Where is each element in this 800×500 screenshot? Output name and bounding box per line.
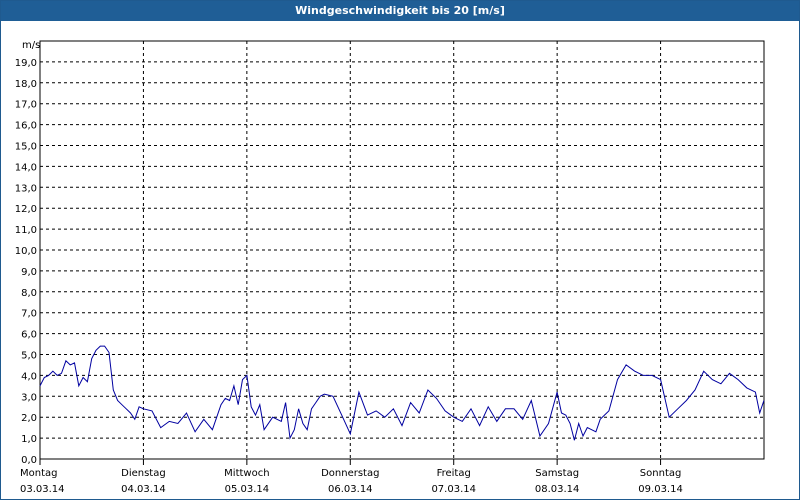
x-tick-date-label: 06.03.14 xyxy=(328,484,373,495)
y-tick-label: 7,0 xyxy=(21,309,37,320)
y-tick-label: 10,0 xyxy=(15,246,37,257)
x-tick-day-label: Dienstag xyxy=(121,468,166,479)
y-axis-ticks: 0,0 1,0 2,0 3,0 4,0 5,0 6,0 7,0 8,0 9,0 10,0 11,0 12… xyxy=(15,58,37,466)
x-tick-day-label: Mittwoch xyxy=(224,468,269,479)
y-tick-label: 3,0 xyxy=(21,392,37,403)
y-tick-label: 2,0 xyxy=(21,413,37,424)
y-tick-label: 9,0 xyxy=(21,267,37,278)
grid xyxy=(40,41,764,459)
y-tick-label: 17,0 xyxy=(15,100,37,111)
wind-speed-chart: m/s 0,0 1,0 2,0 3,0 4,0 5,0 6,0 7,0 8,0 9,0 10,0 11… xyxy=(15,40,765,495)
y-tick-label: 15,0 xyxy=(15,142,37,153)
y-axis-unit-label: m/s xyxy=(22,40,40,51)
y-tick-label: 1,0 xyxy=(21,434,37,445)
y-tick-label: 0,0 xyxy=(21,455,37,466)
x-tick-day-label: Freitag xyxy=(437,468,471,479)
y-tick-label: 8,0 xyxy=(21,288,37,299)
x-tick-date-label: 04.03.14 xyxy=(121,484,166,495)
x-tick-date-label: 05.03.14 xyxy=(225,484,270,495)
x-tick-day-label: Montag xyxy=(20,468,57,479)
x-tick-date-label: 07.03.14 xyxy=(431,484,476,495)
x-tick-date-label: 08.03.14 xyxy=(535,484,580,495)
x-tick-day-label: Sonntag xyxy=(640,468,682,479)
y-tick-label: 19,0 xyxy=(15,58,37,69)
x-tick-date-label: 09.03.14 xyxy=(638,484,683,495)
y-tick-label: 18,0 xyxy=(15,79,37,90)
y-tick-label: 12,0 xyxy=(15,204,37,215)
x-tick-day-label: Donnerstag xyxy=(321,468,379,479)
y-tick-label: 14,0 xyxy=(15,162,37,173)
y-tick-label: 11,0 xyxy=(15,225,37,236)
y-tick-label: 5,0 xyxy=(21,351,37,362)
x-tick-date-label: 03.03.14 xyxy=(20,484,65,495)
y-tick-label: 16,0 xyxy=(15,121,37,132)
y-tick-label: 4,0 xyxy=(21,371,37,382)
x-axis-ticks: Montag 03.03.14 Dienstag 04.03.14 Mittwoch 05… xyxy=(20,459,683,495)
y-tick-label: 13,0 xyxy=(15,183,37,194)
y-tick-label: 6,0 xyxy=(21,330,37,341)
x-tick-day-label: Samstag xyxy=(535,468,579,479)
wind-speed-line xyxy=(39,345,765,441)
